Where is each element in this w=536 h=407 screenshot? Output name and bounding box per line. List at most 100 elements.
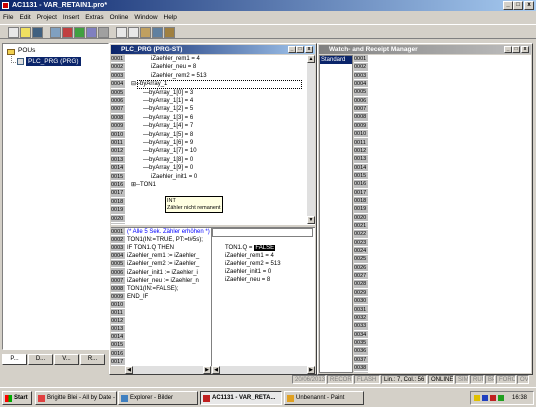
declaration-line: iZaehler_rem2 = 513 [151, 72, 207, 79]
menu-insert[interactable]: Insert [60, 12, 82, 23]
body-edit-box[interactable] [212, 228, 313, 237]
line-number: 0014 [354, 164, 368, 172]
menu-help[interactable]: Help [161, 12, 180, 23]
maximize-button[interactable]: □ [513, 1, 523, 10]
find-icon[interactable] [152, 27, 163, 38]
tree-tabs: P... D... V... R... [2, 354, 109, 366]
status-mode: SIM [455, 375, 469, 384]
monitor-row: iZaehler_rem2 = 513 [225, 260, 281, 268]
menu-edit[interactable]: Edit [16, 12, 33, 23]
line-number: 0025 [354, 256, 368, 264]
paste-icon[interactable] [140, 27, 151, 38]
line-number: 0003 [111, 72, 125, 81]
body-hscroll-right[interactable]: ◀ ▶ [212, 366, 315, 374]
declaration-line: —byArray_1[3] = 6 [143, 114, 194, 121]
start-button[interactable]: Start [2, 391, 32, 405]
line-number: 0009 [354, 122, 368, 131]
taskbar-button[interactable]: Unbenannt - Paint [284, 391, 364, 405]
tree-tab-3[interactable]: R... [80, 354, 105, 365]
close-button[interactable]: x [524, 1, 534, 10]
line-number: 0010 [354, 131, 368, 139]
replace-icon[interactable] [164, 27, 175, 38]
line-number: 0030 [354, 298, 368, 306]
taskbar-button[interactable]: AC1131 - VAR_RETA... [200, 391, 282, 405]
pou-tree-panel: POUs PLC_PRG (PRG) [2, 43, 109, 350]
scroll-right-icon-2[interactable]: ▶ [307, 366, 315, 374]
scroll-right-icon[interactable]: ▶ [203, 366, 211, 374]
save-icon[interactable] [32, 27, 43, 38]
new-icon[interactable] [8, 27, 19, 38]
line-number: 0036 [354, 348, 368, 356]
line-number: 0013 [354, 156, 368, 164]
line-number: 0026 [354, 264, 368, 273]
code-line: (* Alle 5 Sek. Zähler erhöhen *) [127, 229, 210, 235]
line-number: 0006 [111, 98, 125, 106]
tray-icon-4[interactable] [498, 395, 504, 401]
menu-file[interactable]: File [0, 12, 16, 23]
login-icon[interactable] [50, 27, 61, 38]
step-icon[interactable] [86, 27, 97, 38]
line-number: 0016 [111, 182, 125, 190]
watch-close-button[interactable]: x [521, 46, 529, 53]
line-number: 0022 [354, 231, 368, 239]
menu-online[interactable]: Online [107, 12, 132, 23]
line-number: 0013 [111, 326, 125, 334]
body-code: (* Alle 5 Sek. Zähler erhöhen *) TON1(IN:… [127, 228, 211, 366]
breakpoint-icon[interactable] [98, 27, 109, 38]
line-number: 0008 [111, 114, 125, 123]
tree-tab-2[interactable]: V... [54, 354, 79, 365]
line-number: 0005 [111, 261, 125, 269]
line-number: 0003 [354, 72, 368, 81]
open-icon[interactable] [20, 27, 31, 38]
tray-icon-1[interactable] [474, 395, 480, 401]
watch-maximize-button[interactable]: □ [512, 46, 520, 53]
monitor-label: iZaehler_rem2 = 513 [225, 261, 281, 268]
minimize-button[interactable]: _ [503, 1, 513, 10]
task-icon [287, 395, 294, 402]
toolbar [0, 24, 536, 39]
taskbar-button[interactable]: Brigitte Blei - All by Date - L... [35, 391, 117, 405]
body-hscroll-left[interactable]: ◀ ▶ [125, 366, 211, 374]
editor-minimize-button[interactable]: _ [288, 46, 296, 53]
status-position: Lin.: 7, Col.: 56 [381, 375, 427, 384]
code-line: IF TON1.Q THEN [127, 245, 175, 252]
watch-minimize-button[interactable]: _ [504, 46, 512, 53]
tray-icon-2[interactable] [482, 395, 488, 401]
scroll-down-icon[interactable]: ▼ [307, 216, 315, 224]
declaration-scrollbar[interactable]: ▲ ▼ [307, 55, 315, 224]
tree-root-label[interactable]: POUs [18, 47, 35, 54]
line-number: 0001 [354, 56, 368, 64]
line-number: 0013 [111, 156, 125, 165]
taskbar-button[interactable]: Explorer - Bilder [118, 391, 198, 405]
scroll-up-icon[interactable]: ▲ [307, 55, 315, 63]
declaration-line: —byArray_1[2] = 5 [143, 106, 194, 113]
tree-tab-0[interactable]: P... [2, 354, 27, 365]
line-number: 0002 [354, 64, 368, 72]
tray-icon-3[interactable] [490, 395, 496, 401]
menu-extras[interactable]: Extras [82, 12, 106, 23]
scroll-left-icon-2[interactable]: ◀ [212, 366, 220, 374]
menu-project[interactable]: Project [34, 12, 60, 23]
run-icon[interactable] [74, 27, 85, 38]
watch-list-item-standard[interactable]: Standard [320, 56, 352, 64]
line-number: 0027 [354, 273, 368, 281]
declaration-line: iZaehler_rem1 = 4 [151, 56, 200, 62]
line-number: 0006 [111, 269, 125, 277]
tree-item-plc-prg[interactable]: PLC_PRG (PRG) [26, 57, 81, 66]
declaration-line: —byArray_1[7] = 10 [143, 148, 197, 155]
status-flag: FLASH [354, 375, 380, 384]
menu-window[interactable]: Window [131, 12, 160, 23]
taskbar: Start Brigitte Blei - All by Date - L...… [0, 387, 536, 407]
cut-icon[interactable] [116, 27, 127, 38]
monitor-values: TON1.Q = FALSE iZaehler_rem1 = 4 iZaehler_r… [225, 244, 313, 304]
line-number: 0005 [354, 89, 368, 97]
stop-icon[interactable] [62, 27, 73, 38]
copy-icon[interactable] [128, 27, 139, 38]
tree-tab-1[interactable]: D... [28, 354, 53, 365]
line-number: 0011 [111, 139, 125, 148]
line-number: 0007 [111, 277, 125, 285]
editor-close-button[interactable]: x [305, 46, 313, 53]
scroll-left-icon[interactable]: ◀ [125, 366, 133, 374]
editor-maximize-button[interactable]: □ [296, 46, 304, 53]
code-line: END_IF [127, 293, 149, 300]
